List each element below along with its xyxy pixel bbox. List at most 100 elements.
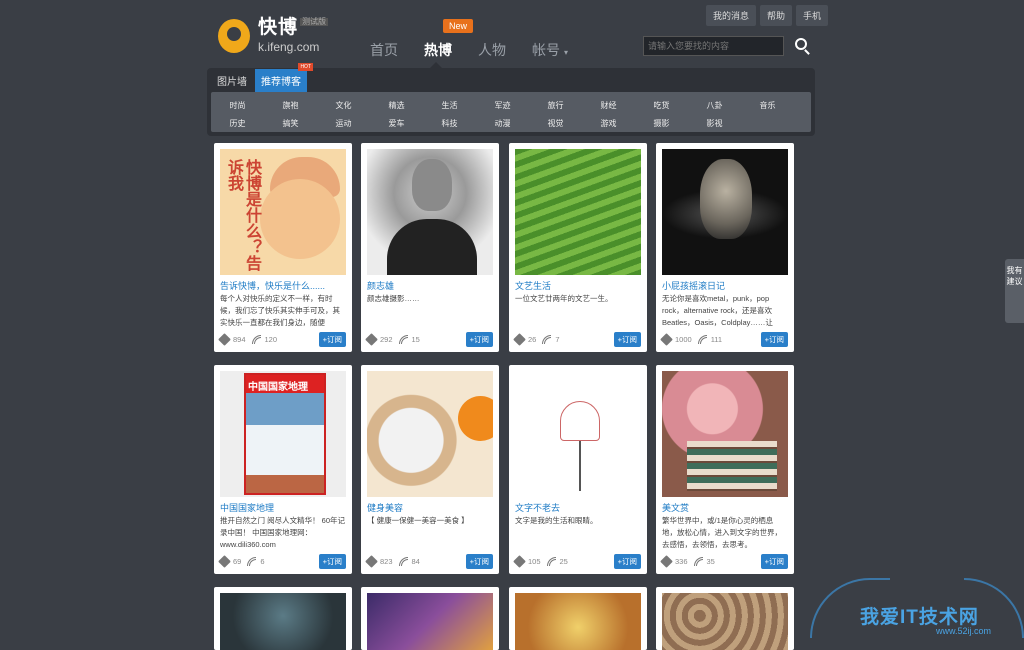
rss-icon: [697, 334, 707, 344]
search-icon[interactable]: [795, 38, 807, 50]
top-link-mobile[interactable]: 手机: [796, 5, 829, 26]
category-item[interactable]: 吃货: [635, 100, 688, 111]
subscribe-button[interactable]: +订阅: [760, 553, 788, 569]
subscribe-button[interactable]: +订阅: [465, 331, 493, 347]
subscriber-count: 15: [411, 334, 420, 344]
category-item[interactable]: 音乐: [741, 100, 794, 111]
blog-card[interactable]: 颜志雄 颜志雄摄影…… 292 15 +订阅: [361, 143, 499, 352]
subscribe-button[interactable]: +订阅: [318, 331, 346, 347]
blog-cover-image[interactable]: [662, 149, 788, 275]
nav-account[interactable]: 帐号 ▾: [532, 40, 586, 60]
logo-pin-icon: [218, 18, 250, 53]
subscriber-count: 84: [411, 556, 420, 566]
blog-card[interactable]: [509, 587, 647, 650]
subscribe-button[interactable]: +订阅: [318, 553, 346, 569]
nav-home[interactable]: 首页: [370, 40, 424, 60]
blog-card[interactable]: 文艺生活 一位文艺廿两年的文艺一生。 26 7 +订阅: [509, 143, 647, 352]
category-item[interactable]: 游戏: [582, 118, 635, 129]
category-item[interactable]: 时尚: [211, 100, 264, 111]
nav-people[interactable]: 人物: [478, 40, 532, 60]
subscriber-count: 25: [559, 556, 568, 566]
rss-icon: [398, 334, 408, 344]
category-item[interactable]: 旅行: [529, 100, 582, 111]
book-stack: [687, 441, 777, 491]
blog-description: 颜志雄摄影……: [367, 294, 420, 303]
blog-description: 一位文艺廿两年的文艺一生。: [515, 294, 613, 303]
blog-cover-image[interactable]: [515, 593, 641, 650]
blog-title[interactable]: 中国国家地理: [220, 501, 274, 514]
category-panel: 图片墙 推荐博客 HOT 时尚 旗袍 文化 精选 生活 军迹 旅行 财经 吃货 …: [207, 63, 815, 136]
category-item[interactable]: 科技: [423, 118, 476, 129]
blog-card[interactable]: 美文赏 繁华世界中，或/1是你心灵的栖息地，放松心情，进入到文字的世界，去感悟，…: [656, 365, 794, 574]
blog-title[interactable]: 文字不老去: [515, 501, 560, 514]
subscribe-button[interactable]: +订阅: [613, 331, 641, 347]
blog-card[interactable]: 文字不老去 文字是我的生活和眼睛。 105 25 +订阅: [509, 365, 647, 574]
category-item[interactable]: 搞笑: [264, 118, 317, 129]
blog-cover-image[interactable]: [662, 593, 788, 650]
main-nav: 首页 热博 人物 帐号 ▾: [370, 40, 586, 60]
category-item[interactable]: 旗袍: [264, 100, 317, 111]
feedback-tab[interactable]: 我有建议: [1005, 259, 1024, 323]
blog-card[interactable]: 快博是什么？告诉我 告诉快博，快乐是什么...... 每个人对快乐的定义不一样，…: [214, 143, 352, 352]
pin-count: 1000: [675, 334, 692, 344]
category-item[interactable]: 摄影: [635, 118, 688, 129]
blog-description: 每个人对快乐的定义不一样，有时候，我们忘了快乐其实伸手可及，其实快乐一直都在我们…: [220, 294, 340, 327]
blog-title[interactable]: 小屁孩摇滚日记: [662, 279, 725, 292]
blog-card[interactable]: [214, 587, 352, 650]
category-item[interactable]: 生活: [423, 100, 476, 111]
blog-title[interactable]: 美文赏: [662, 501, 689, 514]
category-item[interactable]: 视觉: [529, 118, 582, 129]
subscribe-button[interactable]: +订阅: [760, 331, 788, 347]
blog-card[interactable]: [361, 587, 499, 650]
blog-cover-image[interactable]: [662, 371, 788, 497]
category-item[interactable]: 精选: [370, 100, 423, 111]
blog-cover-image[interactable]: 快博是什么？告诉我: [220, 149, 346, 275]
blog-card[interactable]: 健身美容 【 健康一保健一美容一美食 】 823 84 +订阅: [361, 365, 499, 574]
subscriber-count: 120: [264, 334, 278, 344]
category-item[interactable]: 财经: [582, 100, 635, 111]
blog-cover-image[interactable]: [367, 593, 493, 650]
blog-title[interactable]: 健身美容: [367, 501, 403, 514]
blog-description: 无论你是喜欢metal，punk，pop rock，alternative ro…: [662, 294, 773, 327]
top-link-messages[interactable]: 我的消息: [706, 5, 757, 26]
blog-title[interactable]: 告诉快博，快乐是什么......: [220, 279, 325, 292]
portrait-body: [387, 219, 477, 275]
category-item[interactable]: 运动: [317, 118, 370, 129]
blog-card[interactable]: 中国国家地理 中国国家地理 推开自然之门 阅尽人文精华！ 60年记录中国！ 中国…: [214, 365, 352, 574]
category-item[interactable]: 影视: [688, 118, 741, 129]
card-footer: 292 15 +订阅: [365, 331, 493, 347]
blog-cover-image[interactable]: [367, 371, 493, 497]
card-footer: 105 25 +订阅: [513, 553, 641, 569]
logo[interactable]: 快博 测试版 k.ifeng.com: [218, 18, 329, 54]
tab-picture-wall[interactable]: 图片墙: [211, 69, 253, 92]
tab-recommended-blogs-label: 推荐博客: [261, 77, 301, 88]
subscribe-button[interactable]: +订阅: [465, 553, 493, 569]
rss-icon: [693, 556, 703, 566]
category-item[interactable]: 文化: [317, 100, 370, 111]
magazine-title: 中国国家地理: [248, 382, 308, 393]
category-item[interactable]: 动漫: [476, 118, 529, 129]
rss-icon: [398, 556, 408, 566]
category-item[interactable]: 历史: [211, 118, 264, 129]
blog-cover-image[interactable]: 中国国家地理: [220, 371, 346, 497]
logo-url: k.ifeng.com: [258, 40, 320, 54]
search-input[interactable]: [643, 36, 784, 56]
tab-recommended-blogs[interactable]: 推荐博客 HOT: [255, 63, 313, 92]
blog-cover-image[interactable]: [515, 149, 641, 275]
card-footer: 894 120 +订阅: [218, 331, 346, 347]
blog-card[interactable]: 小屁孩摇滚日记 无论你是喜欢metal，punk，pop rock，altern…: [656, 143, 794, 352]
category-item[interactable]: 爱车: [370, 118, 423, 129]
top-links: 我的消息 帮助 手机: [706, 5, 829, 26]
blog-cover-image[interactable]: [367, 149, 493, 275]
category-item[interactable]: 军迹: [476, 100, 529, 111]
category-item[interactable]: 八卦: [688, 100, 741, 111]
blog-cover-image[interactable]: [220, 593, 346, 650]
subscribe-button[interactable]: +订阅: [613, 553, 641, 569]
nav-hot[interactable]: 热博: [424, 40, 478, 60]
blog-cover-image[interactable]: [515, 371, 641, 497]
blog-title[interactable]: 文艺生活: [515, 279, 551, 292]
top-link-help[interactable]: 帮助: [760, 5, 793, 26]
blog-card[interactable]: [656, 587, 794, 650]
blog-title[interactable]: 颜志雄: [367, 279, 394, 292]
pin-icon: [218, 332, 231, 346]
